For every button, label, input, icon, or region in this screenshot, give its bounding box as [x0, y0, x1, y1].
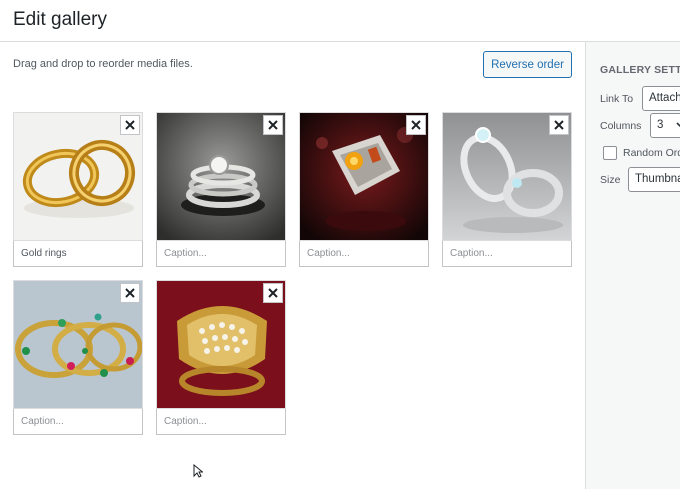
close-icon [411, 120, 421, 130]
caption-field[interactable]: Caption... [13, 409, 143, 435]
chevron-down-icon [676, 122, 680, 128]
gallery-settings-sidebar: GALLERY SETTINGS Link To Attachment Colu… [585, 42, 680, 489]
caption-field[interactable]: Caption... [442, 241, 572, 267]
caption-field[interactable]: Caption... [299, 241, 429, 267]
random-order-checkbox[interactable] [603, 146, 617, 160]
reverse-order-button[interactable]: Reverse order [483, 51, 572, 78]
settings-heading: GALLERY SETTINGS [600, 64, 680, 76]
instructions-text: Drag and drop to reorder media files. [13, 58, 193, 70]
gallery-item[interactable]: Caption... [156, 280, 286, 435]
remove-item-button[interactable] [549, 115, 569, 135]
close-icon [554, 120, 564, 130]
size-value: Thumbnail [635, 173, 680, 185]
remove-item-button[interactable] [120, 115, 140, 135]
page-title: Edit gallery [13, 9, 107, 30]
caption-field[interactable]: Caption... [156, 409, 286, 435]
columns-select[interactable]: 3 [650, 113, 680, 138]
close-icon [268, 120, 278, 130]
gallery-main: Drag and drop to reorder media files. Re… [0, 42, 585, 489]
gallery-item[interactable]: Caption... [156, 112, 286, 267]
gallery-item[interactable]: Caption... [13, 280, 143, 435]
gallery-item[interactable]: Gold rings [13, 112, 143, 267]
link-to-label: Link To [600, 93, 634, 105]
random-order-label: Random Order [623, 147, 680, 159]
link-to-value: Attachment [649, 92, 680, 104]
close-icon [268, 288, 278, 298]
remove-item-button[interactable] [263, 115, 283, 135]
link-to-select[interactable]: Attachment [642, 86, 680, 111]
columns-value: 3 [657, 119, 664, 131]
columns-label: Columns [600, 120, 642, 132]
remove-item-button[interactable] [263, 283, 283, 303]
size-select[interactable]: Thumbnail [628, 167, 680, 192]
caption-field[interactable]: Gold rings [13, 241, 143, 267]
gallery-item[interactable]: Caption... [299, 112, 429, 267]
modal-header: Edit gallery [0, 0, 680, 42]
gallery-item[interactable]: Caption... [442, 112, 572, 267]
close-icon [125, 288, 135, 298]
close-icon [125, 120, 135, 130]
size-label: Size [600, 174, 621, 186]
remove-item-button[interactable] [406, 115, 426, 135]
remove-item-button[interactable] [120, 283, 140, 303]
caption-field[interactable]: Caption... [156, 241, 286, 267]
mouse-cursor-icon [193, 464, 203, 478]
